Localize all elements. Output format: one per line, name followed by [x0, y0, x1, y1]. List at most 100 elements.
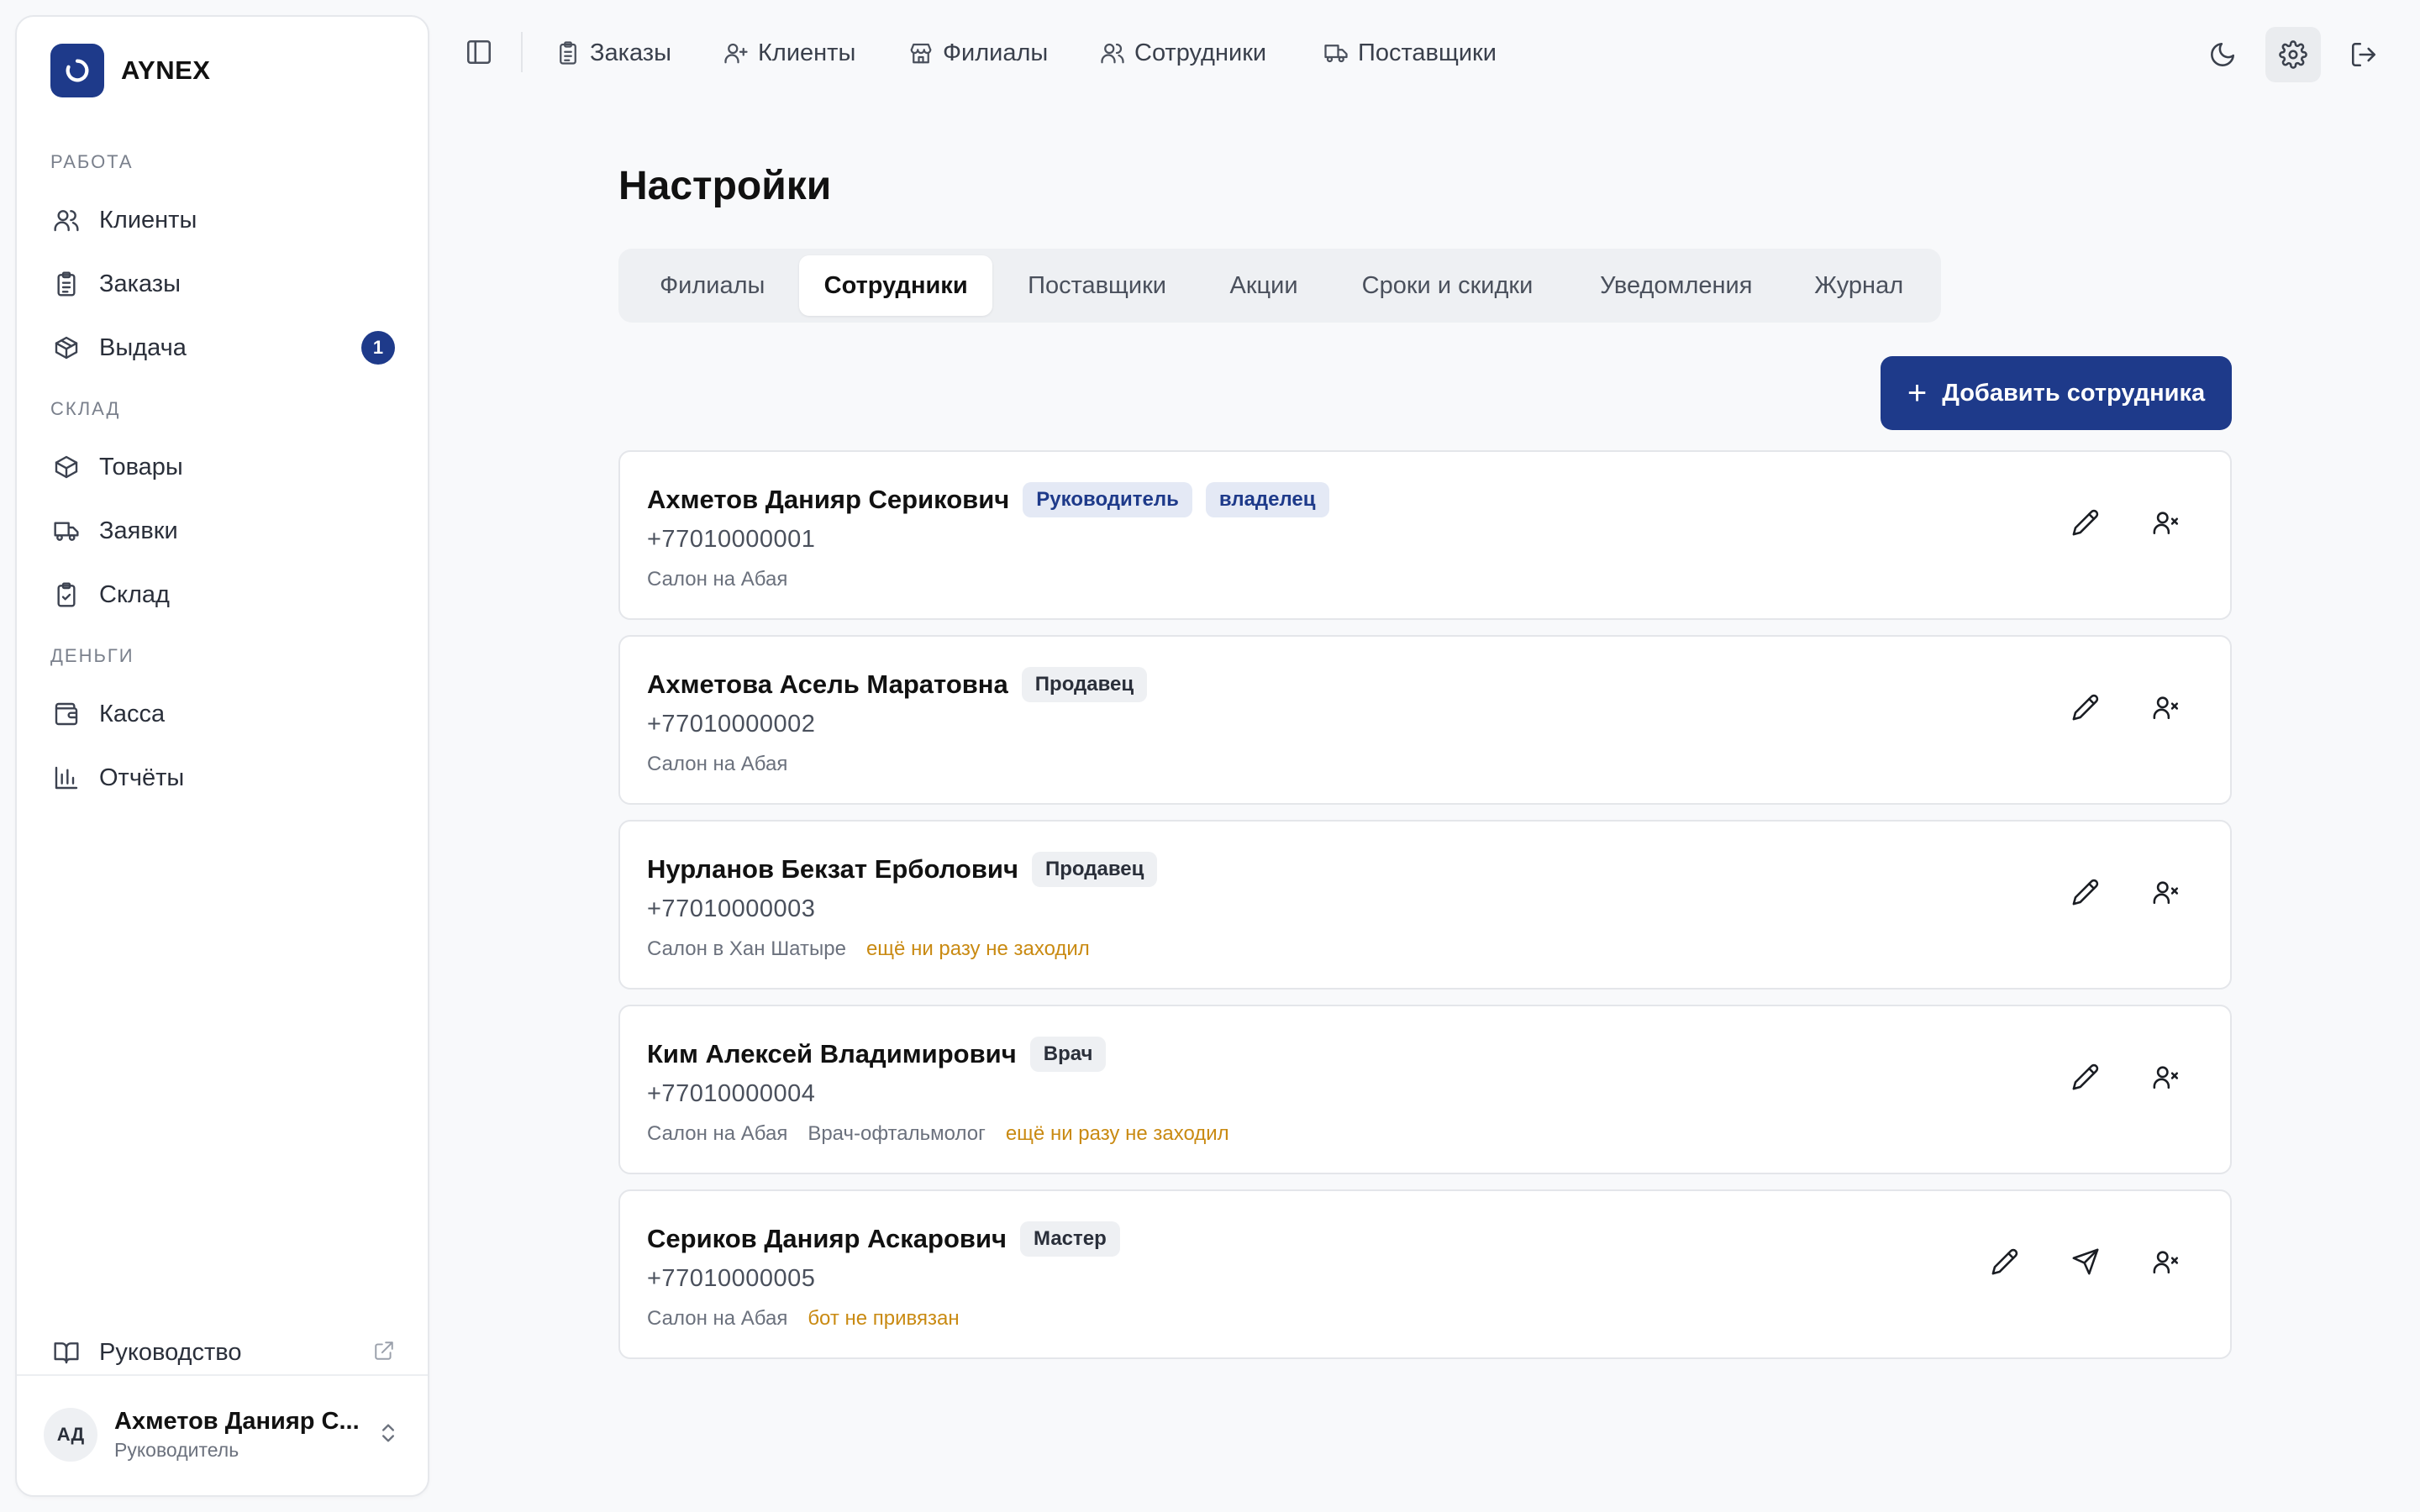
sidebar-item-label: Руководство: [99, 1338, 242, 1366]
users-icon: [50, 204, 82, 236]
tab-promotions[interactable]: Акции: [1202, 255, 1326, 316]
sidebar-item-guide[interactable]: Руководство: [50, 1327, 415, 1378]
add-employee-button[interactable]: + Добавить сотрудника: [1881, 356, 2232, 430]
deactivate-button[interactable]: [2141, 1052, 2191, 1102]
brand-name: AYNEX: [121, 55, 211, 85]
theme-toggle-button[interactable]: [2195, 27, 2250, 82]
sidebar-item-label: Касса: [99, 700, 166, 727]
sidebar-item-reports[interactable]: Отчёты: [50, 753, 415, 803]
sidebar-item-label: Заказы: [99, 270, 181, 297]
sidebar-item-products[interactable]: Товары: [50, 442, 415, 492]
moon-icon: [2211, 42, 2235, 66]
sidebar-item-pickup[interactable]: Выдача 1: [50, 323, 415, 373]
edit-button[interactable]: [1980, 1236, 2030, 1287]
topnav-label: Поставщики: [1358, 39, 1497, 66]
panel-left-icon: [466, 39, 492, 65]
topbar-divider: [521, 32, 523, 72]
employee-branch: Салон на Абая: [647, 1122, 788, 1145]
topnav-employees[interactable]: Сотрудники: [1099, 32, 1266, 74]
user-x-icon: [2153, 1066, 2179, 1089]
send-invite-button[interactable]: [2060, 1236, 2111, 1287]
tab-suppliers[interactable]: Поставщики: [992, 255, 1202, 316]
employee-name: Нурланов Бекзат Ерболович: [647, 854, 1018, 884]
employee-branch: Салон на Абая: [647, 753, 788, 775]
deactivate-button[interactable]: [2141, 867, 2191, 917]
pencil-icon: [1991, 1248, 2018, 1275]
sidebar-item-label: Товары: [99, 453, 183, 480]
pencil-icon: [2072, 1063, 2099, 1090]
brand-logo-icon: [50, 44, 104, 97]
sidebar-item-label: Выдача: [99, 333, 187, 361]
tab-branches[interactable]: Филиалы: [625, 255, 799, 316]
sidebar-item-requests[interactable]: Заявки: [50, 506, 415, 556]
logout-button[interactable]: [2336, 27, 2391, 82]
pickup-count-badge: 1: [361, 331, 395, 365]
section-label-warehouse: СКЛАД: [50, 398, 121, 419]
settings-button[interactable]: [2265, 27, 2321, 82]
user-x-icon: [2153, 881, 2179, 905]
tab-terms-discounts[interactable]: Сроки и скидки: [1326, 255, 1569, 316]
role-badge: Руководитель: [1023, 482, 1192, 517]
wallet-icon: [50, 698, 82, 730]
employee-card: Ахметов Данияр Серикович Руководитель вл…: [618, 450, 2232, 620]
employee-name: Ахметова Асель Маратовна: [647, 669, 1008, 699]
employee-branch: Салон в Хан Шатыре: [647, 937, 846, 960]
pencil-icon: [2072, 694, 2099, 721]
sidebar-item-label: Отчёты: [99, 764, 185, 791]
sidebar-item-cashbox[interactable]: Касса: [50, 689, 415, 739]
tab-notifications[interactable]: Уведомления: [1569, 255, 1783, 316]
send-icon: [2072, 1248, 2099, 1275]
topnav-orders[interactable]: Заказы: [555, 32, 671, 74]
topnav-clients[interactable]: Клиенты: [723, 32, 855, 74]
brand[interactable]: AYNEX: [50, 44, 210, 97]
topnav-branches[interactable]: Филиалы: [908, 32, 1048, 74]
deactivate-button[interactable]: [2141, 1236, 2191, 1287]
edit-button[interactable]: [2060, 497, 2111, 548]
tab-employees[interactable]: Сотрудники: [799, 255, 992, 316]
employee-card: Ким Алексей Владимирович Врач +770100000…: [618, 1005, 2232, 1174]
box-icon: [50, 451, 82, 483]
edit-button[interactable]: [2060, 867, 2111, 917]
avatar: АД: [44, 1408, 97, 1462]
deactivate-button[interactable]: [2141, 497, 2191, 548]
user-menu[interactable]: АД Ахметов Данияр С... Руководитель: [44, 1401, 413, 1468]
sidebar-item-warehouse[interactable]: Склад: [50, 570, 415, 620]
log-out-icon: [2351, 42, 2376, 67]
truck-icon: [1323, 39, 1349, 66]
store-icon: [908, 39, 934, 66]
employee-position: Врач-офтальмолог: [808, 1122, 986, 1145]
sidebar-item-clients[interactable]: Клиенты: [50, 195, 415, 245]
book-icon: [50, 1336, 82, 1368]
edit-button[interactable]: [2060, 1052, 2111, 1102]
role-badge: Мастер: [1020, 1221, 1120, 1257]
user-role: Руководитель: [114, 1439, 239, 1461]
employee-card: Сериков Данияр Аскарович Мастер +7701000…: [618, 1189, 2232, 1359]
sidebar-toggle-button[interactable]: [464, 37, 494, 67]
employee-phone: +77010000002: [647, 711, 816, 738]
role-badge: Продавец: [1031, 852, 1158, 887]
employee-card: Ахметова Асель Маратовна Продавец +77010…: [618, 635, 2232, 805]
topnav-suppliers[interactable]: Поставщики: [1323, 32, 1497, 74]
employee-phone: +77010000001: [647, 526, 816, 553]
sidebar: AYNEX РАБОТА Клиенты Заказы Выдача 1 СКЛ…: [15, 15, 429, 1497]
topnav-label: Филиалы: [943, 39, 1049, 66]
sidebar-item-orders[interactable]: Заказы: [50, 259, 415, 309]
owner-badge: владелец: [1205, 482, 1329, 517]
deactivate-button[interactable]: [2141, 682, 2191, 732]
user-plus-icon: [723, 39, 750, 66]
role-badge: Продавец: [1021, 667, 1148, 702]
truck-icon: [50, 515, 82, 547]
employee-name: Ким Алексей Владимирович: [647, 1039, 1017, 1068]
employee-phone: +77010000005: [647, 1265, 816, 1292]
pencil-icon: [2072, 879, 2099, 906]
employee-phone: +77010000004: [647, 1080, 816, 1107]
tab-journal[interactable]: Журнал: [1783, 255, 1934, 316]
edit-button[interactable]: [2060, 682, 2111, 732]
clipboard-check-icon: [50, 579, 82, 611]
sidebar-divider: [17, 1374, 428, 1376]
employee-card: Нурланов Бекзат Ерболович Продавец +7701…: [618, 820, 2232, 990]
page-title: Настройки: [618, 164, 832, 208]
user-x-icon: [2153, 512, 2179, 535]
clipboard-icon: [50, 268, 82, 300]
external-link-icon: [373, 1340, 395, 1366]
